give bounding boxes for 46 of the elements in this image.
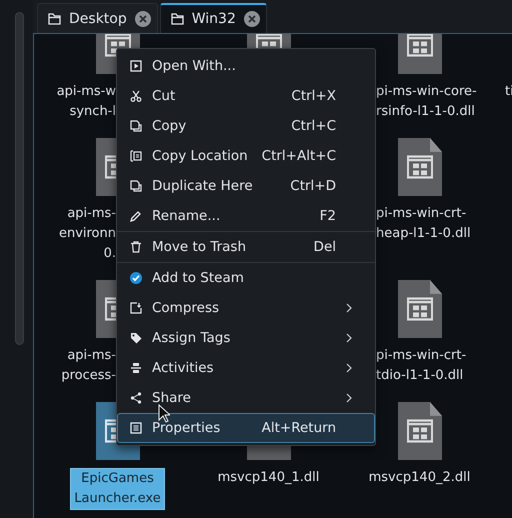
file-name[interactable]: pi-ms-win-crt- tdio-l1-1-0.dll <box>373 346 470 386</box>
menu-item[interactable]: Move to Trash Del <box>117 232 375 262</box>
file-name[interactable]: msvcp140_1.dll <box>214 468 322 488</box>
menu-label: Duplicate Here <box>152 178 254 194</box>
menu-label: Add to Steam <box>152 270 245 286</box>
menu-label: Rename... <box>152 208 222 224</box>
menu-label: Copy Location <box>152 148 249 164</box>
shortcut-label: Ctrl+Alt+C <box>262 148 336 164</box>
file-name[interactable]: EpicGames Launcher.exe <box>70 468 165 510</box>
menu-item[interactable]: Compress <box>117 293 375 323</box>
tab-label: Win32 <box>192 11 236 27</box>
file-name[interactable]: api-ms- environn 0. <box>56 204 119 264</box>
shortcut-label: Ctrl+C <box>291 118 336 134</box>
menu-label: Properties <box>152 420 222 436</box>
shortcut-label: Ctrl+D <box>290 178 336 194</box>
tab[interactable]: Desktop <box>37 3 158 33</box>
file-name[interactable]: api-ms- process- <box>58 346 119 386</box>
file-name[interactable]: api-ms-w synch-l <box>54 82 119 122</box>
shortcut-label: F2 <box>320 208 336 224</box>
menu-label: Activities <box>152 360 215 376</box>
shortcut-label: Ctrl+X <box>291 88 336 104</box>
file-name[interactable]: pi-ms-win-core- rsinfo-l1-1-0.dll <box>373 82 480 122</box>
menu-item[interactable]: Activities <box>117 353 375 383</box>
menu-label: Compress <box>152 300 220 316</box>
menu-label: Open With... <box>152 58 237 74</box>
menu-label: Cut <box>152 88 176 104</box>
menu-item[interactable]: Share <box>117 383 375 413</box>
menu-label: Assign Tags <box>152 330 232 346</box>
menu-item[interactable]: Add to Steam <box>117 263 375 293</box>
menu-item[interactable]: Copy Location Ctrl+Alt+C <box>117 141 375 171</box>
menu-label: Copy <box>152 118 188 134</box>
menu-item[interactable]: Duplicate Here Ctrl+D <box>117 171 375 201</box>
file-name[interactable]: msvcp140_2.dll <box>366 468 474 488</box>
tab[interactable]: Win32 <box>160 3 267 33</box>
menu-item[interactable]: Open With... <box>117 51 375 81</box>
menu-item[interactable]: Assign Tags <box>117 323 375 353</box>
menu-item[interactable]: Rename... F2 <box>117 201 375 231</box>
file-name[interactable]: pi-ms-win-crt- heap-l1-1-0.dll <box>373 204 474 244</box>
menu-item[interactable]: Properties Alt+Return <box>117 413 375 443</box>
menu-item[interactable]: Cut Ctrl+X <box>117 81 375 111</box>
shortcut-label: Del <box>314 239 336 255</box>
menu-label: Move to Trash <box>152 239 248 255</box>
tab-label: Desktop <box>69 10 127 26</box>
menu-item[interactable]: Copy Ctrl+C <box>117 111 375 141</box>
menu-label: Share <box>152 390 192 406</box>
shortcut-label: Alt+Return <box>262 420 336 436</box>
